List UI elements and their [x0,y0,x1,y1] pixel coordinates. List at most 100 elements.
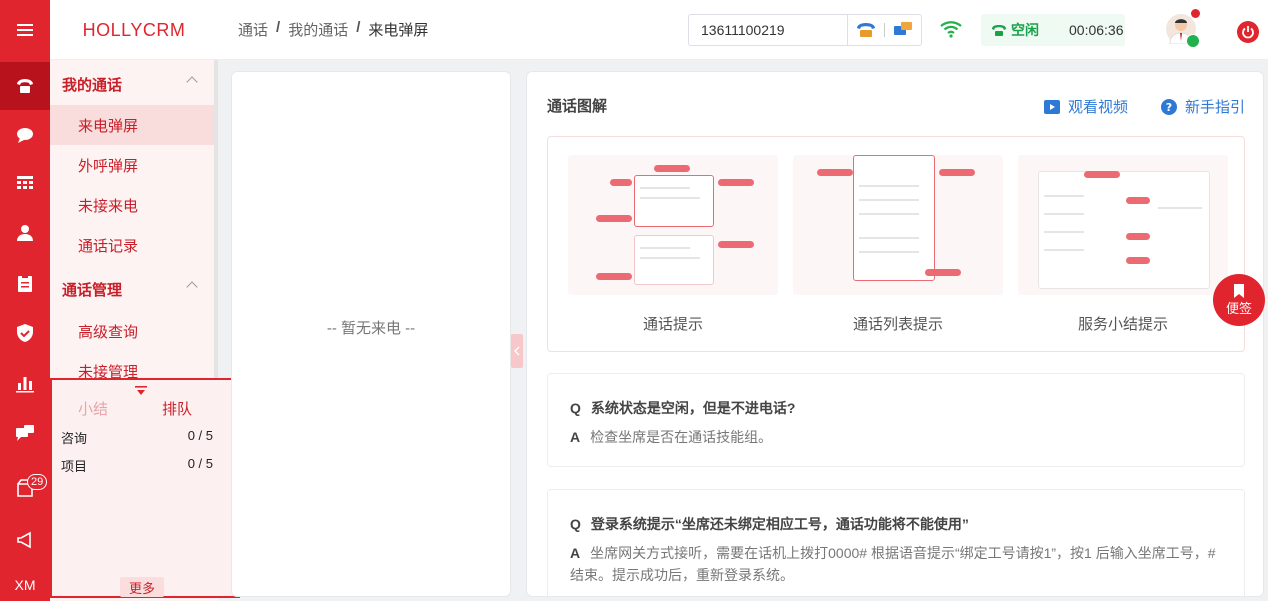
incoming-call-panel: -- 暂无来电 -- [231,71,511,597]
thumb-pill [1126,257,1150,264]
xm-label: XM [14,577,36,593]
logout-power-button[interactable] [1237,21,1259,43]
status-phone-icon [992,25,1006,36]
rail-chat-icon[interactable] [0,115,50,155]
notification-dot [1191,9,1200,18]
thumb-pill [1126,197,1150,204]
svg-text:?: ? [1166,101,1172,114]
menu-toggle-icon[interactable] [0,0,50,60]
thumb-pill [596,215,632,222]
wifi-signal-icon [940,21,962,38]
breadcrumb-separator: / [276,19,281,36]
diagram-thumb-call-tip[interactable] [568,155,778,295]
thumb-pill [939,169,975,176]
thumb-line [1044,213,1084,215]
call-timer: 00:06:36 [1069,22,1124,38]
thumb-pill [1084,171,1120,178]
app-logo: HOLLYCRM [82,19,186,40]
phone-tools [847,15,921,45]
diagram-gallery: 通话提示 通话列表提示 服务小结提示 [547,136,1245,352]
sidebar-item-advanced-search[interactable]: 高级查询 [50,311,214,351]
phone-number-input[interactable] [689,16,847,44]
tool-divider [884,23,885,37]
bookmark-icon [1234,283,1244,298]
rail-user-icon[interactable] [0,213,50,253]
thumb-line [1044,249,1084,251]
thumb-pill [925,269,961,276]
diagram-thumb-call-list-tip[interactable] [793,155,1003,295]
sidebar-item-incoming-popup[interactable]: 来电弹屏 [50,105,214,145]
breadcrumb-current: 来电弹屏 [368,22,429,39]
icon-rail: 29 XM [0,0,50,601]
agent-status[interactable]: 空闲 00:06:36 [981,14,1125,46]
rail-megaphone-icon[interactable] [0,520,50,560]
breadcrumb-item[interactable]: 通话 [238,19,268,40]
thumb-line [640,257,700,259]
answer-text: 坐席网关方式接听，需要在话机上拨打0000# 根据语音提示“绑定工号请按1”，按… [570,545,1216,583]
rail-shield-icon[interactable] [0,313,50,353]
diagram-thumb-service-summary-tip[interactable] [1018,155,1228,295]
sort-filter-icon[interactable] [134,386,148,396]
thumb-pill [718,179,754,186]
dial-phone-icon[interactable] [856,21,876,39]
faq-question: Q 登录系统提示“坐席还未绑定相应工号，通话功能将不能使用” [570,514,969,534]
sticky-note-button[interactable]: 便签 [1213,274,1265,326]
rail-chart-icon[interactable] [0,363,50,403]
group-label: 通话管理 [62,281,123,299]
thumb-card [634,175,714,227]
group-label: 我的通话 [62,76,123,94]
phone-input-group [688,14,922,46]
thumb-pill [596,273,632,280]
diagram-label: 通话列表提示 [852,316,943,333]
watch-video-link[interactable]: 观看视频 [1044,96,1128,117]
sidebar-item-call-records[interactable]: 通话记录 [50,225,214,265]
thumb-line [1044,195,1084,197]
rail-xm-item[interactable]: XM [0,565,50,601]
question-text: 登录系统提示“坐席还未绑定相应工号，通话功能将不能使用” [590,516,969,532]
thumb-line [640,247,690,249]
video-play-icon [1044,99,1060,114]
answer-mark: A [570,429,581,445]
sidebar-item-missed-calls[interactable]: 未接来电 [50,185,214,225]
beginner-guide-label: 新手指引 [1185,99,1246,116]
tab-summary[interactable]: 小结 [78,398,108,419]
diagram-label: 服务小结提示 [1077,316,1168,333]
thumb-pill [817,169,853,176]
breadcrumb-separator: / [356,19,361,36]
thumb-pill [654,165,690,172]
sidebar-group-my-calls[interactable]: 我的通话 [50,64,214,104]
rail-message-icon[interactable] [0,413,50,453]
notification-badge: 29 [27,474,48,490]
watch-video-label: 观看视频 [1068,99,1129,116]
chevron-up-icon [186,76,198,88]
queue-row-name: 项目 [61,459,88,474]
thumb-line [859,185,919,187]
tab-queue[interactable]: 排队 [162,398,192,419]
status-label: 空闲 [1011,22,1039,38]
sidebar-group-call-management[interactable]: 通话管理 [50,269,214,309]
queue-row-name: 咨询 [61,431,88,446]
sidebar-item-outgoing-popup[interactable]: 外呼弹屏 [50,145,214,185]
sidebar-scrollbar[interactable] [214,60,218,380]
user-avatar[interactable] [1166,9,1200,48]
queue-row-value: 0 / 5 [187,428,213,443]
thumb-pill [718,241,754,248]
thumb-line [1158,207,1202,209]
queue-row: 项目 0 / 5 [61,456,213,475]
main-content: 通话图解 观看视频 ? 新手指引 通话提示 通话列表提示 服务小结提示 Q 系统… [526,71,1264,598]
more-button[interactable]: 更多 [120,577,164,597]
question-text: 系统状态是空闲，但是不进电话? [590,400,796,416]
rail-phone-icon[interactable] [0,62,50,110]
panel-collapse-handle[interactable] [511,334,523,368]
thumb-line [640,197,700,199]
rail-clipboard-icon[interactable] [0,263,50,303]
thumb-line [859,199,919,201]
rail-box-icon[interactable]: 29 [0,468,50,508]
breadcrumb-item[interactable]: 我的通话 [288,19,348,40]
chevron-up-icon [186,281,198,293]
thumb-card [634,235,714,285]
faq-item: Q 登录系统提示“坐席还未绑定相应工号，通话功能将不能使用” A 坐席网关方式接听，… [547,489,1245,598]
sms-icon[interactable] [893,21,913,39]
beginner-guide-link[interactable]: ? 新手指引 [1161,96,1245,117]
rail-grid-icon[interactable] [0,163,50,203]
